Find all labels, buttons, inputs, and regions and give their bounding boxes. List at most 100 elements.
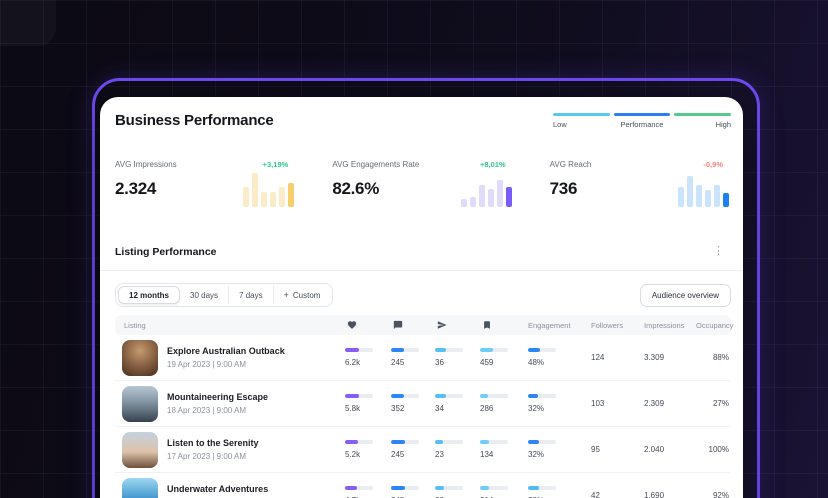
kpi-label: AVG Impressions — [115, 160, 177, 169]
metric-cell: 23 — [435, 486, 480, 498]
metric-cell: 245 — [391, 486, 435, 498]
metric-value: 5.2k — [345, 450, 360, 459]
metric-bar — [480, 394, 508, 398]
occupancy-value: 88% — [696, 353, 731, 362]
metric-cell: 245 — [391, 348, 435, 367]
listing-thumbnail — [122, 340, 158, 376]
kpi-section: AVG Impressions 2.324 +3,19% AVG Engagem… — [115, 160, 731, 207]
listing-title: Listen to the Serenity — [167, 438, 259, 448]
column-header-occupancy: Occupancy — [696, 321, 736, 330]
audience-overview-button[interactable]: Audience overview — [640, 284, 731, 307]
table-row[interactable]: Listen to the Serenity 17 Apr 2023 | 9:0… — [115, 427, 731, 473]
kpi-avg-engagements-rate: AVG Engagements Rate 82.6% +8,01% — [332, 160, 511, 207]
metric-bar — [391, 348, 419, 352]
tab-custom[interactable]: + Custom — [273, 286, 331, 304]
occupancy-value: 92% — [696, 491, 731, 498]
metric-value: 23 — [435, 450, 444, 459]
listing-cell: Mountaineering Escape 18 Apr 2023 | 9:00… — [115, 386, 345, 422]
table-row[interactable]: Underwater Adventures 14 Apr 2023 | 10:0… — [115, 473, 731, 498]
kpi-value: 736 — [550, 179, 592, 199]
metric-cell: 214 — [480, 486, 528, 498]
background-corner-tile — [0, 0, 56, 46]
followers-value: 95 — [591, 445, 644, 454]
tab-12-months[interactable]: 12 months — [118, 286, 180, 304]
impressions-value: 2.040 — [644, 445, 696, 454]
metric-cell: 32% — [528, 394, 591, 413]
tab-30-days[interactable]: 30 days — [180, 286, 228, 304]
tab-7-days[interactable]: 7 days — [228, 286, 273, 304]
metric-bar — [480, 440, 508, 444]
metric-cell: 48% — [528, 348, 591, 367]
metric-cell: 5.2k — [345, 440, 391, 459]
bookmark-icon — [480, 320, 528, 330]
metric-cell: 459 — [480, 348, 528, 367]
section-title: Listing Performance — [115, 246, 217, 258]
metric-cell: 34 — [435, 394, 480, 413]
legend-label-performance: Performance — [614, 120, 671, 129]
legend-label-high: High — [674, 120, 731, 129]
table-row[interactable]: Mountaineering Escape 18 Apr 2023 | 9:00… — [115, 381, 731, 427]
listing-thumbnail — [122, 432, 158, 468]
kpi-value: 2.324 — [115, 179, 177, 199]
metric-value: 34 — [435, 404, 444, 413]
metric-cell: 5.8k — [345, 394, 391, 413]
metric-bar — [391, 486, 419, 490]
plus-icon: + — [284, 290, 289, 300]
metric-bar — [528, 394, 556, 398]
metric-bar — [345, 486, 373, 490]
metric-bar — [391, 394, 419, 398]
column-header-engagement: Engagement — [528, 321, 591, 330]
legend-item-high: High — [674, 113, 731, 129]
metric-bar — [435, 394, 463, 398]
kpi-delta: +8,01% — [480, 160, 512, 169]
metric-cell: 28% — [528, 486, 591, 498]
legend-item-performance: Performance — [614, 113, 671, 129]
kpi-avg-reach: AVG Reach 736 -0,9% — [550, 160, 729, 207]
date-range-tabs: 12 months 30 days 7 days + Custom — [115, 283, 333, 307]
metric-value: 245 — [391, 358, 404, 367]
metric-value: 459 — [480, 358, 493, 367]
listing-title: Underwater Adventures — [167, 484, 268, 494]
impressions-value: 1.690 — [644, 491, 696, 498]
metric-cell: 36 — [435, 348, 480, 367]
reach-mini-bar-chart — [678, 173, 729, 207]
followers-value: 103 — [591, 399, 644, 408]
engagements-mini-bar-chart — [461, 173, 512, 207]
tab-custom-label: Custom — [293, 291, 321, 300]
listing-date: 17 Apr 2023 | 9:00 AM — [167, 452, 259, 461]
metric-value: 32% — [528, 450, 544, 459]
table-header: Listing Engagement Followers Impressions… — [115, 315, 731, 335]
impressions-mini-bar-chart — [243, 173, 294, 207]
section-divider — [100, 270, 743, 271]
metric-bar — [345, 394, 373, 398]
kpi-label: AVG Reach — [550, 160, 592, 169]
metric-value: 245 — [391, 450, 404, 459]
legend-line-low — [553, 113, 610, 116]
metric-bar — [391, 440, 419, 444]
table-row[interactable]: Explore Australian Outback 19 Apr 2023 |… — [115, 335, 731, 381]
listing-toolbar: 12 months 30 days 7 days + Custom Audien… — [115, 283, 731, 307]
metric-cell: 286 — [480, 394, 528, 413]
legend-label-low: Low — [553, 120, 610, 129]
more-options-icon[interactable]: ⋮ — [709, 244, 728, 259]
column-header-followers: Followers — [591, 321, 644, 330]
legend-line-performance — [614, 113, 671, 116]
heart-icon — [345, 320, 391, 330]
listing-date: 19 Apr 2023 | 9:00 AM — [167, 360, 285, 369]
metric-bar — [480, 348, 508, 352]
metric-cell: 4.7k — [345, 486, 391, 498]
listing-section-header: Listing Performance ⋮ — [115, 244, 731, 259]
send-icon — [435, 320, 480, 330]
metric-cell: 245 — [391, 440, 435, 459]
occupancy-value: 100% — [696, 445, 731, 454]
metric-cell: 32% — [528, 440, 591, 459]
dashboard-card: Business Performance Low Performance Hig… — [100, 97, 743, 498]
metric-value: 5.8k — [345, 404, 360, 413]
column-header-listing: Listing — [115, 321, 345, 330]
metric-cell: 352 — [391, 394, 435, 413]
kpi-avg-impressions: AVG Impressions 2.324 +3,19% — [115, 160, 294, 207]
listing-cell: Underwater Adventures 14 Apr 2023 | 10:0… — [115, 478, 345, 498]
kpi-label: AVG Engagements Rate — [332, 160, 419, 169]
kpi-delta: -0,9% — [703, 160, 729, 169]
metric-bar — [435, 348, 463, 352]
